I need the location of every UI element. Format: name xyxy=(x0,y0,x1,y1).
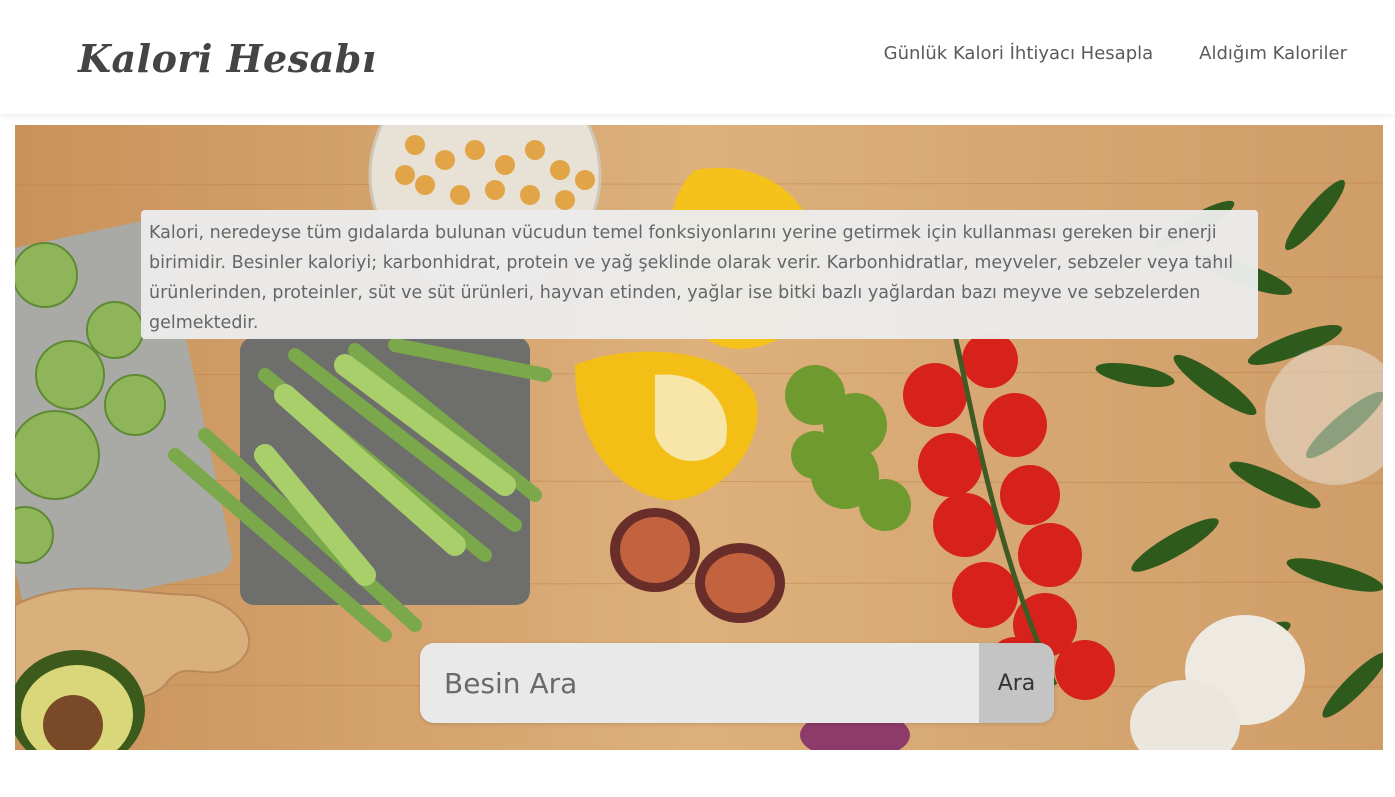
brand-logo[interactable]: Kalori Hesabı xyxy=(78,36,377,81)
site-header: Kalori Hesabı Günlük Kalori İhtiyacı Hes… xyxy=(0,0,1395,114)
main-nav: Günlük Kalori İhtiyacı Hesapla Aldığım K… xyxy=(884,43,1347,64)
calorie-info-box: Kalori, neredeyse tüm gıdalarda bulunan … xyxy=(141,210,1258,339)
food-search-bar: Ara xyxy=(420,643,1054,723)
calorie-info-text: Kalori, neredeyse tüm gıdalarda bulunan … xyxy=(149,223,1234,333)
search-button[interactable]: Ara xyxy=(979,643,1054,723)
nav-link-daily-calorie[interactable]: Günlük Kalori İhtiyacı Hesapla xyxy=(884,43,1154,64)
food-search-input[interactable] xyxy=(420,643,979,723)
nav-link-consumed-calories[interactable]: Aldığım Kaloriler xyxy=(1199,43,1347,64)
hero-banner: Kalori, neredeyse tüm gıdalarda bulunan … xyxy=(15,125,1383,750)
